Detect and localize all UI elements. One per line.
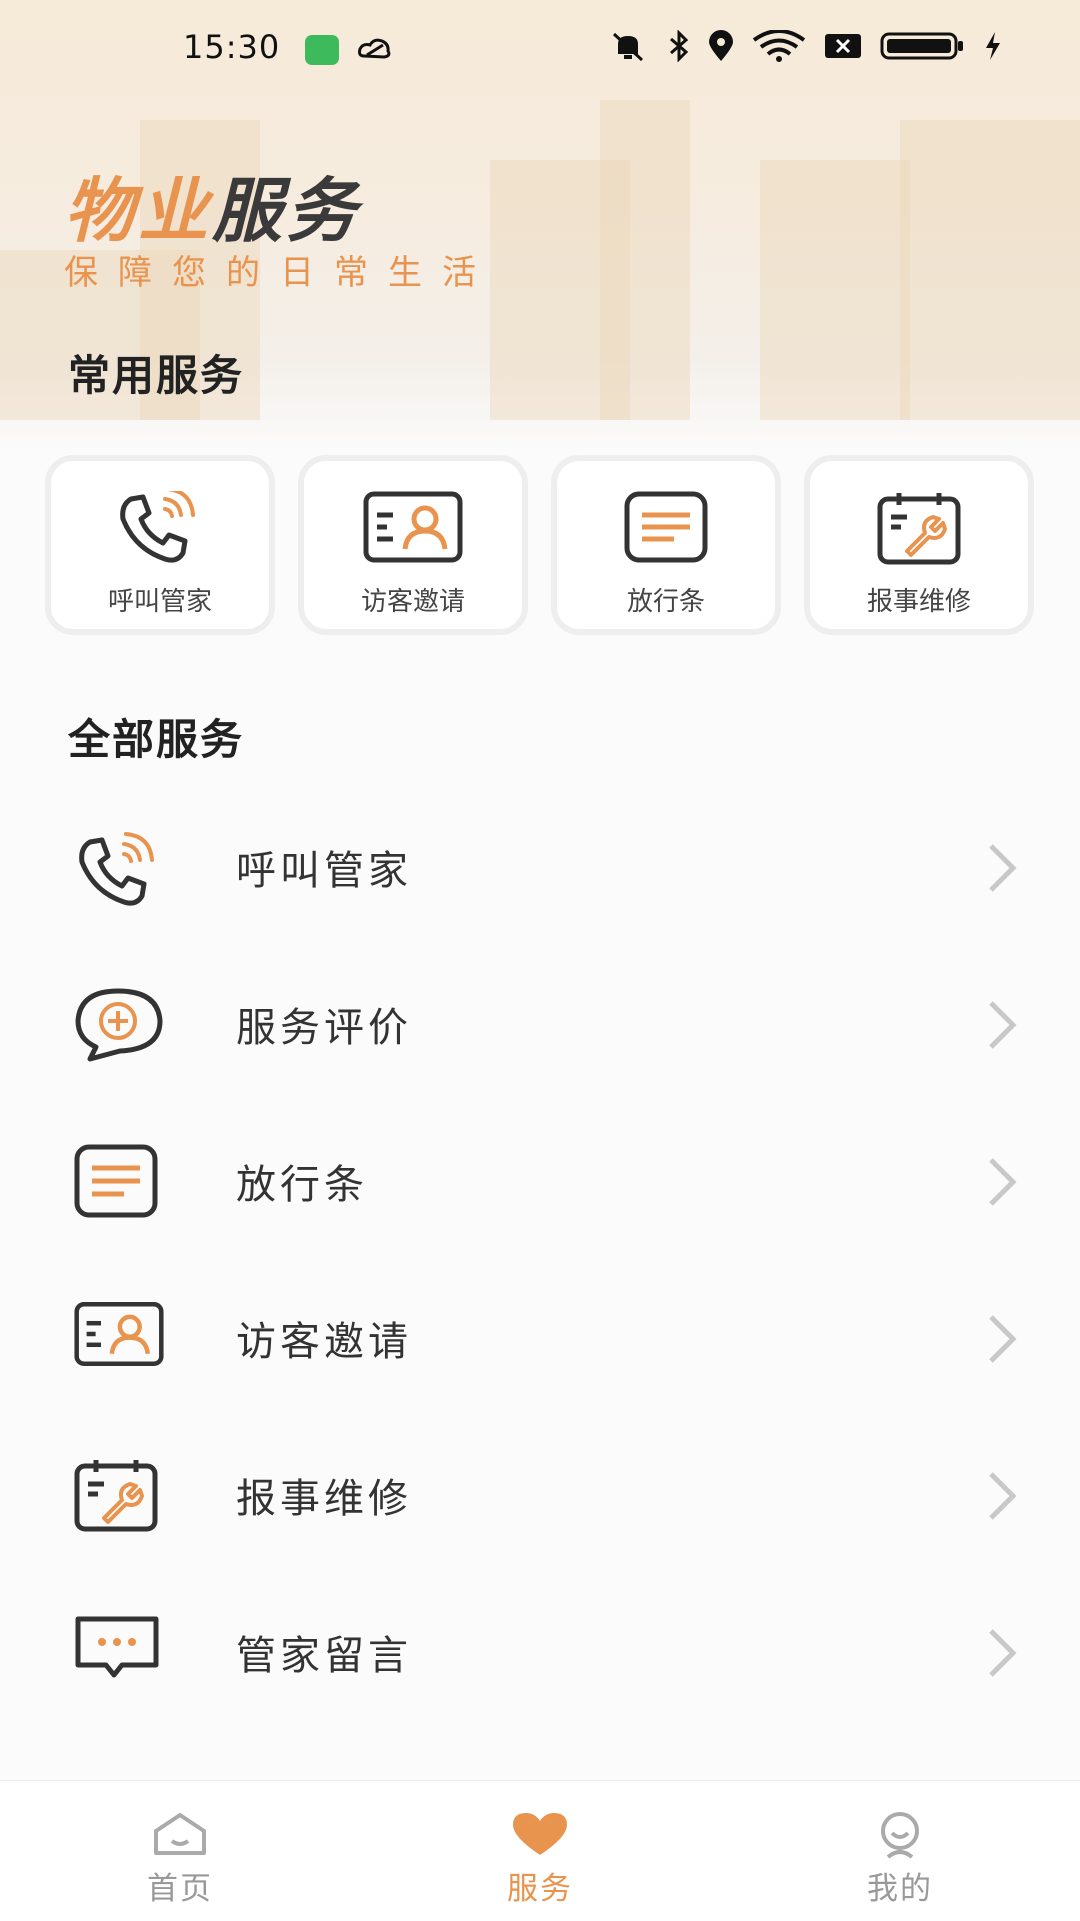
service-row-call-butler[interactable]: 呼叫管家 bbox=[0, 790, 1080, 947]
quick-service-visitor-invite[interactable]: 访客邀请 bbox=[298, 455, 528, 635]
app-notification-icon bbox=[305, 35, 339, 65]
brand-title-part1: 物业 bbox=[64, 170, 212, 252]
service-row-label: 服务评价 bbox=[236, 1005, 412, 1051]
charging-icon bbox=[986, 32, 1000, 60]
service-row-label: 呼叫管家 bbox=[236, 848, 412, 894]
quick-service-call-butler[interactable]: 呼叫管家 bbox=[45, 455, 275, 635]
chat-plus-icon bbox=[75, 988, 163, 1062]
status-bar: 15:30 bbox=[0, 0, 1080, 100]
service-row-label: 放行条 bbox=[236, 1162, 368, 1208]
service-row-label: 报事维修 bbox=[236, 1476, 412, 1522]
heart-icon bbox=[513, 1813, 567, 1855]
tab-home[interactable]: 首页 bbox=[80, 1781, 280, 1921]
brand-slogan: 保障您的日常生活 bbox=[64, 253, 496, 293]
chevron-right-icon bbox=[989, 1001, 1017, 1049]
chevron-right-icon bbox=[989, 1629, 1017, 1677]
message-icon bbox=[75, 1616, 159, 1678]
tab-service[interactable]: 服务 bbox=[440, 1781, 640, 1921]
service-row-evaluation[interactable]: 服务评价 bbox=[0, 947, 1080, 1104]
chevron-right-icon bbox=[989, 844, 1017, 892]
battery-icon bbox=[880, 32, 963, 60]
profile-icon bbox=[881, 1812, 919, 1859]
tab-label: 首页 bbox=[147, 1871, 213, 1907]
quick-service-label: 报事维修 bbox=[866, 587, 971, 617]
mute-icon bbox=[612, 32, 644, 62]
bluetooth-icon bbox=[670, 30, 689, 62]
repair-calendar-icon bbox=[877, 493, 961, 565]
quick-service-repair[interactable]: 报事维修 bbox=[804, 455, 1034, 635]
tab-mine[interactable]: 我的 bbox=[800, 1781, 1000, 1921]
home-icon bbox=[154, 1813, 206, 1855]
status-time: 15:30 bbox=[183, 28, 281, 66]
quick-service-pass-note[interactable]: 放行条 bbox=[551, 455, 781, 635]
quick-service-label: 访客邀请 bbox=[360, 587, 465, 617]
section-title-all: 全部服务 bbox=[68, 715, 245, 764]
sim-off-icon bbox=[825, 34, 861, 58]
repair-calendar-icon bbox=[74, 1460, 158, 1532]
visitor-card-icon bbox=[74, 1302, 164, 1366]
service-row-repair[interactable]: 报事维修 bbox=[0, 1418, 1080, 1575]
wifi-icon bbox=[752, 30, 806, 62]
service-row-butler-message[interactable]: 管家留言 bbox=[0, 1575, 1080, 1732]
cloud-sync-icon bbox=[358, 38, 391, 59]
service-row-label: 管家留言 bbox=[236, 1633, 412, 1679]
phone-call-icon bbox=[120, 491, 195, 563]
brand-title-part2: 服务 bbox=[212, 170, 360, 252]
chevron-right-icon bbox=[989, 1472, 1017, 1520]
section-title-common: 常用服务 bbox=[68, 351, 245, 400]
phone-call-icon bbox=[79, 832, 154, 906]
quick-service-label: 呼叫管家 bbox=[107, 587, 212, 617]
pass-note-icon bbox=[74, 1144, 158, 1218]
tab-label: 我的 bbox=[867, 1871, 933, 1907]
tab-label: 服务 bbox=[507, 1871, 573, 1907]
service-row-pass-note[interactable]: 放行条 bbox=[0, 1104, 1080, 1261]
bottom-tab-bar: 首页 服务 我的 bbox=[0, 1780, 1080, 1921]
pass-note-icon bbox=[624, 491, 708, 563]
visitor-card-icon bbox=[363, 491, 463, 563]
brand-title: 物业服务 bbox=[64, 155, 360, 256]
quick-service-label: 放行条 bbox=[626, 587, 705, 617]
service-row-visitor-invite[interactable]: 访客邀请 bbox=[0, 1261, 1080, 1418]
chevron-right-icon bbox=[989, 1315, 1017, 1363]
service-row-label: 访客邀请 bbox=[236, 1319, 412, 1365]
chevron-right-icon bbox=[989, 1158, 1017, 1206]
location-icon bbox=[709, 30, 733, 61]
